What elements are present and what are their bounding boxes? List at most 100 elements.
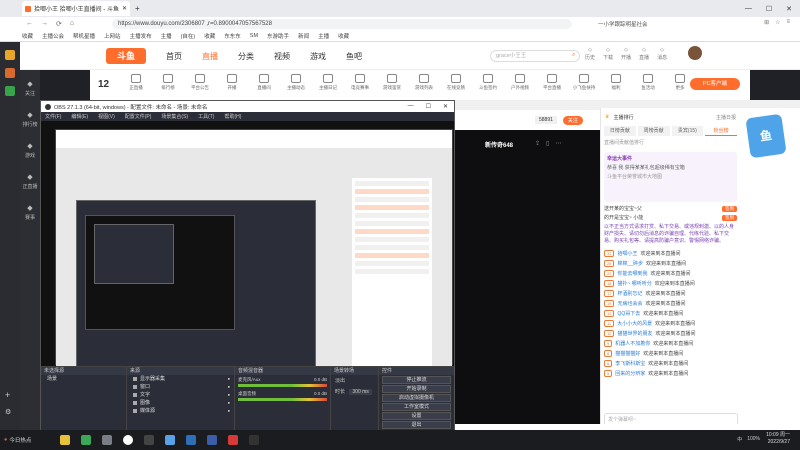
bookmark-item[interactable]: 收藏: [338, 32, 349, 40]
host-daily-link[interactable]: 主播日报: [716, 114, 736, 121]
taskbar-app-steam[interactable]: [186, 435, 196, 445]
bookmark-item[interactable]: 上网站: [104, 32, 121, 40]
visibility-eye-icon[interactable]: ●: [228, 407, 230, 415]
category-item[interactable]: 电竞赛事: [344, 74, 376, 91]
app-icon-2[interactable]: [5, 68, 15, 78]
obs-close-icon[interactable]: ✕: [443, 103, 448, 110]
menu-icon[interactable]: ≡: [786, 19, 790, 26]
category-item[interactable]: 在线竞猜: [440, 74, 472, 91]
bookmark-item[interactable]: 主播发布: [130, 32, 152, 40]
chat-username[interactable]: 机器人不加着你: [615, 340, 650, 347]
settings-gear-icon[interactable]: ⚙: [5, 408, 11, 416]
obs-control-button[interactable]: 停止推流: [382, 376, 451, 384]
nav-item[interactable]: 直播: [202, 51, 218, 62]
share-icon[interactable]: ⇪: [535, 140, 540, 147]
category-item[interactable]: 游戏鉴赏: [376, 74, 408, 91]
source-item[interactable]: 文字 ●: [127, 391, 234, 399]
bookmark-item[interactable]: 帮机星播: [73, 32, 95, 40]
chat-tab[interactable]: 粉丝榜: [705, 126, 737, 136]
header-icon-item[interactable]: ◇ 下载: [603, 47, 613, 61]
back-icon[interactable]: ←: [26, 20, 33, 28]
clock[interactable]: 10:09 周一 2022/9/27: [766, 432, 790, 446]
header-icon-item[interactable]: ◇ 直播: [639, 47, 649, 61]
obs-maximize-icon[interactable]: ☐: [426, 103, 431, 110]
minimize-icon[interactable]: —: [745, 5, 752, 13]
side-nav-item[interactable]: ◆ 关注: [25, 80, 35, 97]
obs-preview[interactable]: [41, 121, 454, 380]
bookmark-item[interactable]: 收藏: [204, 32, 215, 40]
side-nav-item[interactable]: ◆ 游戏: [25, 142, 35, 159]
bookmark-item[interactable]: 东游助手: [267, 32, 289, 40]
category-item[interactable]: 平台公告: [184, 74, 216, 91]
user-avatar[interactable]: [688, 46, 702, 60]
obs-menu-item[interactable]: 文件(F): [45, 113, 61, 120]
header-icon-item[interactable]: ◇ 历史: [585, 47, 595, 61]
header-icon-item[interactable]: ◇ 消息: [657, 47, 667, 61]
category-item[interactable]: 鱼活动: [632, 74, 664, 91]
start-news-button[interactable]: ● 今日热点: [0, 436, 40, 444]
chat-username[interactable]: 猫猫猫猫好: [615, 350, 640, 357]
category-item[interactable]: 主播日记: [312, 74, 344, 91]
taskbar-app-2[interactable]: [81, 435, 91, 445]
visibility-eye-icon[interactable]: ●: [228, 383, 230, 391]
promo-sticker[interactable]: 鱼: [745, 113, 787, 159]
source-item[interactable]: 媒体源 ●: [127, 407, 234, 415]
nav-item[interactable]: 首页: [166, 51, 182, 62]
side-nav-item[interactable]: ◆ 赛事: [25, 204, 35, 221]
new-tab-button[interactable]: +: [135, 4, 140, 13]
chat-username[interactable]: 杯酒别忘记: [617, 290, 642, 297]
bookmark-item[interactable]: 主播: [318, 32, 329, 40]
nav-item[interactable]: 游戏: [310, 51, 326, 62]
browser-tab[interactable]: 拾唧小王 拾唧小王直播间 - 斗鱼 ✕: [22, 1, 130, 16]
fan-signin-button[interactable]: 签到: [722, 214, 737, 221]
chat-username[interactable]: 你能去哪到我: [617, 270, 647, 277]
source-item[interactable]: 窗口 ●: [127, 383, 234, 391]
obs-menu-item[interactable]: 帮助(H): [224, 113, 241, 120]
extension-icon[interactable]: ⊞: [764, 19, 769, 26]
nav-item[interactable]: 鱼吧: [346, 51, 362, 62]
obs-minimize-icon[interactable]: —: [408, 103, 414, 110]
phone-icon[interactable]: ▯: [546, 140, 549, 147]
forward-icon[interactable]: →: [41, 20, 48, 28]
source-item[interactable]: 显示器采集 ●: [127, 375, 234, 383]
chat-username[interactable]: 猫猫世界的朋友: [617, 330, 652, 337]
taskbar-app-6[interactable]: [165, 435, 175, 445]
obs-menu-item[interactable]: 工具(T): [198, 113, 214, 120]
taskbar-app-8[interactable]: [207, 435, 217, 445]
category-item[interactable]: 开播: [216, 74, 248, 91]
bookmark-item[interactable]: (自在): [181, 32, 196, 40]
obs-control-button[interactable]: 工作室模式: [382, 403, 451, 411]
chat-tab[interactable]: 贵宾(15): [671, 126, 704, 136]
more-icon[interactable]: ⋯: [555, 140, 561, 147]
chat-username[interactable]: 猫扑~ 哪听听分: [617, 280, 651, 287]
side-nav-item[interactable]: ◆ 排行榜: [22, 111, 37, 128]
chat-username[interactable]: 棉棉__碎步: [617, 260, 643, 267]
chat-tab[interactable]: 日榜贡献: [604, 126, 636, 136]
chat-username[interactable]: 无病也会会: [617, 300, 642, 307]
chat-username[interactable]: 拾唧小王: [617, 250, 637, 257]
taskbar-app-1[interactable]: [60, 435, 70, 445]
obs-menu-item[interactable]: 配置文件(P): [125, 113, 152, 120]
bookmark-item[interactable]: SM: [250, 33, 258, 39]
app-icon-3[interactable]: [5, 86, 15, 96]
transition-type[interactable]: 淡出: [331, 375, 378, 386]
obs-menu-item[interactable]: 编辑(E): [71, 113, 88, 120]
volume-meter[interactable]: [238, 384, 327, 387]
tray-item[interactable]: 100%: [747, 436, 760, 443]
category-item[interactable]: 小飞鱼扶持: [568, 74, 600, 91]
douyu-logo[interactable]: 斗鱼: [106, 48, 146, 64]
home-icon[interactable]: ⌂: [70, 20, 74, 28]
bookmark-item[interactable]: 东东东: [224, 32, 241, 40]
taskbar-app-9[interactable]: [228, 435, 238, 445]
taskbar-app-10[interactable]: [249, 435, 259, 445]
category-item[interactable]: 排行榜: [152, 74, 184, 91]
category-item[interactable]: 直播间: [248, 74, 280, 91]
obs-control-button[interactable]: 开始录制: [382, 385, 451, 393]
chat-tab[interactable]: 周榜贡献: [637, 126, 670, 136]
chat-username[interactable]: QQ哥下去: [617, 310, 640, 317]
side-nav-item[interactable]: ◆ 正直播: [22, 173, 37, 190]
source-item[interactable]: 图像 ●: [127, 399, 234, 407]
tray-item[interactable]: 中: [737, 436, 742, 443]
header-icon-item[interactable]: ◇ 开播: [621, 47, 631, 61]
video-player[interactable]: 新传奇648 ⇪ ▯ ⋯: [455, 130, 600, 430]
